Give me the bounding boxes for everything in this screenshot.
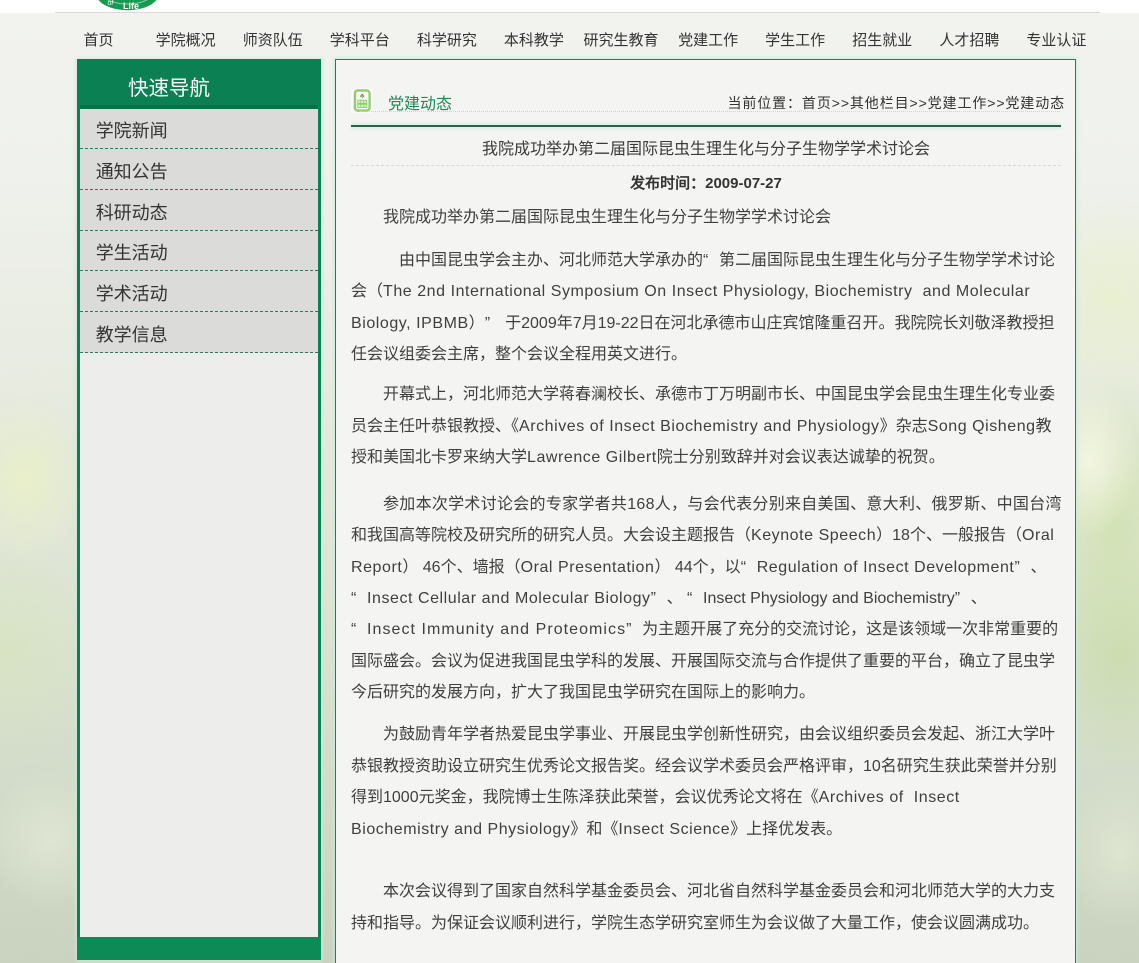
svg-text:Life: Life (123, 1, 139, 11)
